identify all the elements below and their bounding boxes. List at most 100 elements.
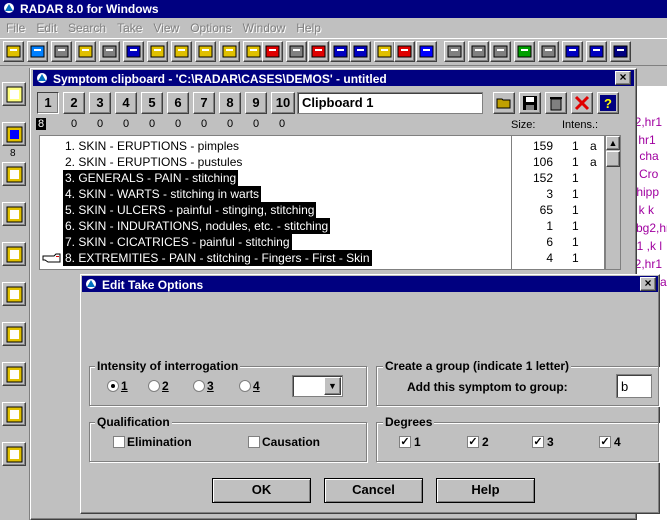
intensity-radio-1[interactable] [107, 380, 119, 392]
group-letter-input[interactable]: b [616, 374, 652, 398]
symptom-row[interactable]: 7. SKIN - CICATRICES - painful - stitchi… [63, 234, 292, 250]
clipboard-tab-7[interactable]: 7 [193, 92, 215, 114]
menu-view[interactable]: View [153, 20, 179, 36]
sidebar-clipboard-5[interactable] [2, 282, 26, 306]
copy-clipboards-icon [6, 366, 23, 383]
menu-help[interactable]: Help [296, 20, 321, 36]
cases-button[interactable] [444, 41, 465, 62]
printer-button[interactable] [538, 41, 559, 62]
globe-button[interactable] [514, 41, 535, 62]
table-button[interactable] [308, 41, 329, 62]
scroll-thumb[interactable] [606, 151, 620, 167]
symptom-row[interactable]: 4. SKIN - WARTS - stitching in warts [63, 186, 262, 202]
menu-search[interactable]: Search [68, 20, 106, 36]
sidebar-clipboard-4[interactable] [2, 242, 26, 266]
symptom-row[interactable]: 8. EXTREMITIES - PAIN - stitching - Fing… [63, 250, 372, 266]
ok-button[interactable]: OK [212, 478, 311, 503]
sun-button[interactable] [374, 41, 395, 62]
take-remove-button[interactable] [195, 41, 216, 62]
elimination-checkbox[interactable] [113, 436, 125, 448]
take-list-button[interactable] [219, 41, 240, 62]
take-add-button[interactable] [171, 41, 192, 62]
open-folder-button[interactable] [493, 92, 515, 114]
remedy-button[interactable] [394, 41, 415, 62]
sidebar-tips[interactable] [2, 442, 26, 466]
symptom-size: 159 [532, 139, 553, 153]
menu-edit[interactable]: Edit [36, 20, 57, 36]
intensity-radio-3[interactable] [193, 380, 205, 392]
menu-take[interactable]: Take [117, 20, 142, 36]
pen-button[interactable] [123, 41, 144, 62]
clipboard-tab-2[interactable]: 2 [63, 92, 85, 114]
cancel-button[interactable]: Cancel [324, 478, 423, 503]
help-button[interactable] [610, 41, 631, 62]
gear-button[interactable] [562, 41, 583, 62]
clipboard-name-field[interactable]: Clipboard 1 [297, 92, 483, 114]
sidebar-copy-clipboards[interactable] [2, 362, 26, 386]
intensity-radio-label: 1 [121, 379, 128, 393]
symptom-row[interactable]: 3. GENERALS - PAIN - stitching [63, 170, 239, 186]
close-icon[interactable]: × [615, 71, 631, 85]
menu-window[interactable]: Window [243, 20, 286, 36]
analysis-button[interactable] [286, 41, 307, 62]
sidebar-clipboard-1[interactable] [2, 122, 26, 146]
causation-checkbox[interactable] [248, 436, 260, 448]
clipboard-tab-9[interactable]: 9 [245, 92, 267, 114]
clipboard-tab-1[interactable]: 1 [37, 92, 59, 114]
clipboard-tab-10[interactable]: 10 [271, 92, 295, 114]
symptom-row[interactable]: 5. SKIN - ULCERS - painful - stinging, s… [63, 202, 317, 218]
sidebar-clipboard-3[interactable] [2, 202, 26, 226]
symptom-row[interactable]: 2. SKIN - ERUPTIONS - pustules [63, 154, 244, 170]
take-grid-button[interactable] [147, 41, 168, 62]
degree-4-checkbox[interactable]: ✓ [599, 436, 611, 448]
intensity-dropdown[interactable]: ▼ [292, 375, 343, 397]
book-open-button[interactable] [51, 41, 72, 62]
pen-icon [126, 45, 141, 58]
degree-2-checkbox[interactable]: ✓ [467, 436, 479, 448]
save-button[interactable] [519, 92, 541, 114]
book-search-button[interactable] [27, 41, 48, 62]
people-button[interactable] [350, 41, 371, 62]
sidebar-clipboard-2[interactable] [2, 162, 26, 186]
degree-3-checkbox[interactable]: ✓ [532, 436, 544, 448]
menu-file[interactable]: File [6, 20, 25, 36]
clipboard-tab-8[interactable]: 8 [219, 92, 241, 114]
intensity-radio-4[interactable] [239, 380, 251, 392]
chevron-down-icon[interactable]: ▼ [324, 377, 341, 395]
menu-options[interactable]: Options [190, 20, 231, 36]
dots-button[interactable] [468, 41, 489, 62]
clear-button[interactable] [571, 92, 593, 114]
clipboard-tab-4[interactable]: 4 [115, 92, 137, 114]
magnify-button[interactable] [75, 41, 96, 62]
copy-button[interactable] [586, 41, 607, 62]
bar-chart-button[interactable] [262, 41, 283, 62]
help-button[interactable]: ? [597, 92, 619, 114]
table-icon [311, 45, 326, 58]
symptom-row[interactable]: 1. SKIN - ERUPTIONS - pimples [63, 138, 241, 154]
grid-button[interactable] [490, 41, 511, 62]
intensity-radio-2[interactable] [148, 380, 160, 392]
people-icon [353, 45, 368, 58]
degree-1-checkbox[interactable]: ✓ [399, 436, 411, 448]
repertory-button[interactable] [3, 41, 24, 62]
network-icon [419, 45, 434, 58]
sidebar-key[interactable] [2, 82, 26, 106]
clipboard-tab-5[interactable]: 5 [141, 92, 163, 114]
clipboard-tab-3[interactable]: 3 [89, 92, 111, 114]
dialog-close-icon[interactable]: × [640, 277, 656, 291]
help-dialog-button[interactable]: Help [436, 478, 535, 503]
symptom-intensity: 1 [572, 187, 579, 201]
take-combine-button[interactable] [243, 41, 264, 62]
wand-button[interactable] [99, 41, 120, 62]
delete-trash-button[interactable] [545, 92, 567, 114]
list-scrollbar[interactable]: ▲ [605, 135, 621, 270]
family-button[interactable] [330, 41, 351, 62]
symptom-intensity: 1 [572, 219, 579, 233]
symptom-row[interactable]: 6. SKIN - INDURATIONS, nodules, etc. - s… [63, 218, 331, 234]
sidebar-clipboard-6[interactable] [2, 322, 26, 346]
clipboard-count-5: 0 [148, 118, 156, 130]
scroll-up-arrow[interactable]: ▲ [606, 136, 620, 150]
sidebar-notes[interactable] [2, 402, 26, 426]
clipboard-tab-6[interactable]: 6 [167, 92, 189, 114]
network-button[interactable] [416, 41, 437, 62]
